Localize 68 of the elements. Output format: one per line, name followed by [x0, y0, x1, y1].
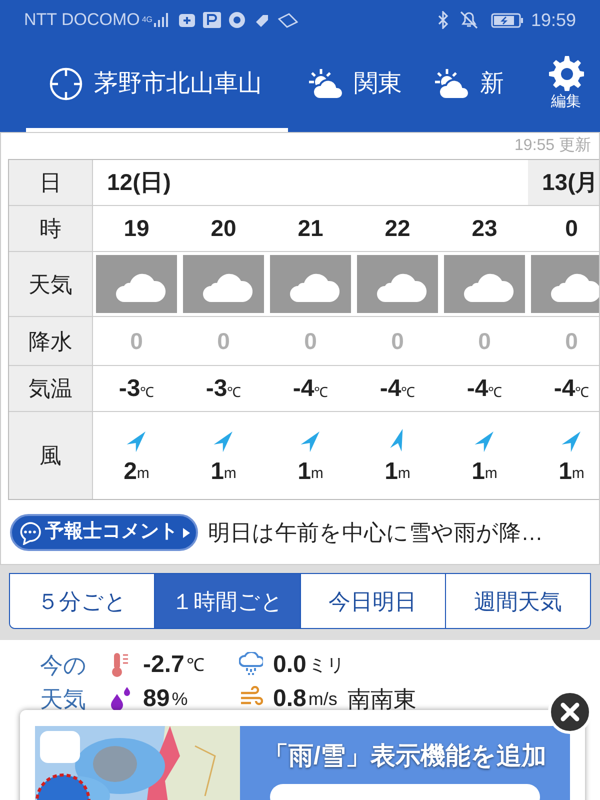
browser-icon [228, 11, 246, 29]
wind-speed: 1m [472, 458, 498, 484]
wind-speed: 1m [384, 458, 410, 484]
payment-icon [202, 11, 222, 29]
app-icon [178, 12, 196, 28]
location-tab[interactable]: 関東 [288, 40, 414, 132]
view-tab[interactable]: ５分ごと [10, 574, 154, 628]
wind-speed: 2m [124, 458, 150, 484]
sun-cloud-icon [434, 67, 470, 101]
water-drops-icon [109, 686, 133, 712]
precipitation-cell-text: 0 [564, 326, 579, 356]
signal-icon [154, 13, 168, 27]
hour-cell-text: 20 [210, 214, 238, 244]
wind-direction: 南南東 [347, 685, 416, 714]
ad-headline: 「雨/雪」表示機能を追加 [264, 741, 546, 772]
hour-cell-text: 19 [122, 214, 150, 244]
row-header: 風 [9, 412, 93, 499]
wind-speed: 1m [298, 458, 324, 484]
comment-text: 明日は午前を中心に雪や雨が降… [208, 519, 543, 547]
wind-speed: 1m [210, 458, 236, 484]
reading-value: 89% [143, 684, 188, 714]
hour-cell-text: 0 [564, 214, 579, 244]
bluetooth-icon [436, 11, 449, 29]
network-type: 4G [142, 16, 152, 24]
rain-cloud-icon [239, 652, 263, 678]
view-tab[interactable]: １時間ごと [154, 574, 300, 628]
play-icon [183, 528, 190, 538]
current-weather-label: 天気 [40, 685, 87, 714]
hour-cell-text: 23 [470, 214, 498, 244]
precipitation-cell-text: 0 [129, 326, 144, 356]
row-header: 日 [9, 160, 93, 205]
current-weather-label: 今の [40, 651, 87, 680]
chat-icon [18, 520, 42, 544]
close-icon [559, 701, 581, 723]
hour-cell-text: 21 [296, 214, 324, 244]
row-header: 時 [9, 206, 93, 251]
wind-speed: 1m [558, 458, 584, 484]
carrier-name: NTT DOCOMO [24, 9, 140, 32]
temperature-cell-text: -3℃ [204, 374, 242, 404]
reading-value: 0.8m/s [273, 684, 338, 714]
day-cell: 13(月 [528, 160, 599, 205]
reading-value: -2.7℃ [143, 650, 204, 680]
temperature-cell-text: -4℃ [378, 374, 416, 404]
row-header: 気温 [9, 366, 93, 411]
precipitation-cell-text: 0 [303, 326, 318, 356]
clock-time: 19:59 [530, 8, 576, 32]
hour-cell-text: 22 [384, 214, 412, 244]
temperature-cell-text: -4℃ [552, 374, 590, 404]
row-header: 降水 [9, 317, 93, 365]
battery-icon [490, 12, 523, 28]
precipitation-cell-text: 0 [216, 326, 231, 356]
temperature-cell-text: -3℃ [118, 374, 156, 404]
notifications-off-icon [458, 10, 479, 30]
settings-icon [548, 54, 584, 91]
settings-button[interactable]: 編集 [532, 40, 600, 132]
sun-cloud-icon [308, 67, 344, 101]
precipitation-cell-text: 0 [390, 326, 405, 356]
temperature-cell-text: -4℃ [466, 374, 504, 404]
crosshair-icon [48, 66, 84, 102]
reading-value: 0.0 ミリ [273, 650, 344, 680]
tag-icon [254, 12, 270, 28]
precipitation-cell-text: 0 [477, 326, 492, 356]
row-header: 天気 [9, 252, 93, 316]
location-tab[interactable]: 新 [414, 40, 532, 132]
forecaster-comment-button[interactable]: 予報士コメント [10, 514, 198, 551]
temperature-cell-text: -4℃ [292, 374, 330, 404]
update-time: 19:55 更新 [514, 136, 591, 156]
view-tab[interactable]: 週間天気 [444, 574, 590, 628]
